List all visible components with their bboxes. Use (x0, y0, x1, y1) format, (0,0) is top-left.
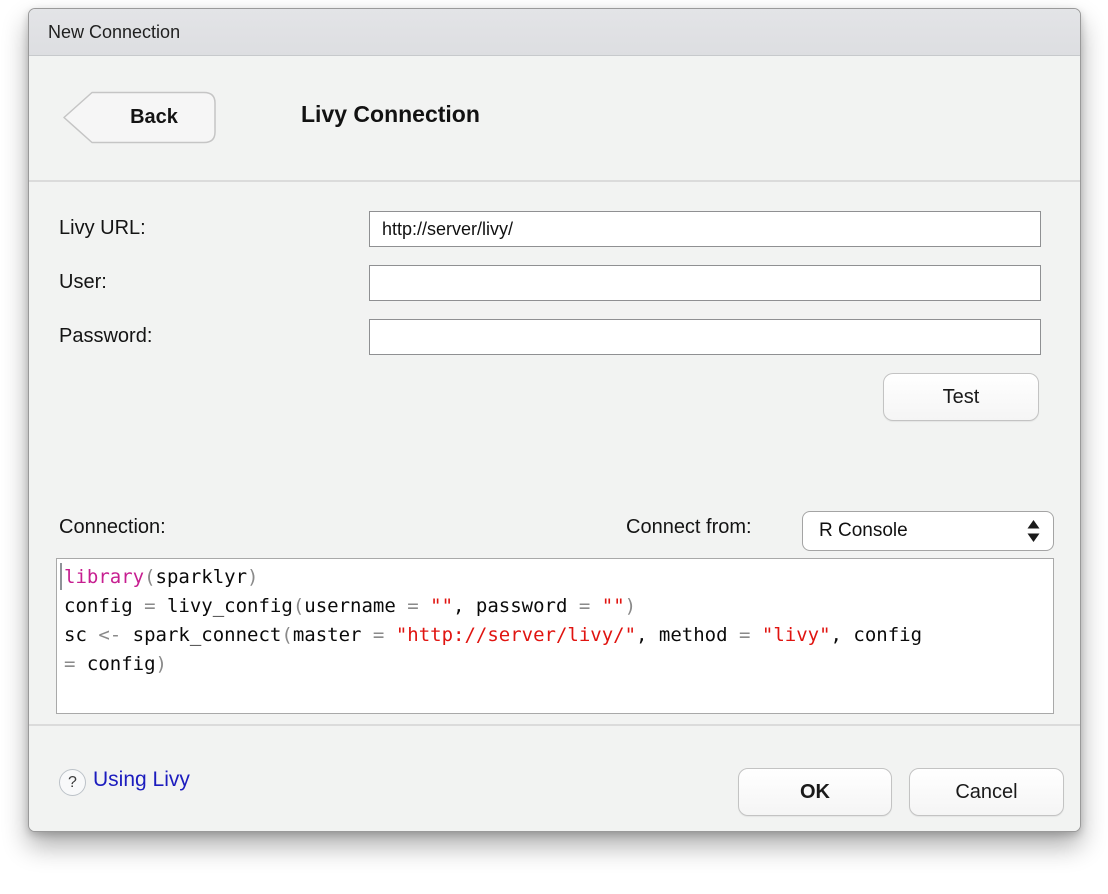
page-title: Livy Connection (301, 101, 480, 128)
dialog-title: New Connection (48, 9, 180, 56)
code-line: sc <- spark_connect(master = "http://ser… (64, 621, 1049, 650)
connection-label: Connection: (59, 516, 166, 539)
user-input[interactable] (369, 265, 1041, 301)
code-preview[interactable]: library(sparklyr)config = livy_config(us… (56, 558, 1054, 714)
password-label: Password: (59, 325, 152, 348)
password-input[interactable] (369, 319, 1041, 355)
using-livy-link[interactable]: Using Livy (93, 768, 190, 792)
code-line: = config) (64, 650, 1049, 679)
dialog-header: Back Livy Connection (29, 56, 1080, 182)
new-connection-dialog: New Connection Back Livy Connection Livy… (28, 8, 1081, 832)
dropdown-arrows-icon (1027, 520, 1040, 542)
code-line: config = livy_config(username = "", pass… (64, 592, 1049, 621)
dialog-footer: ? Using Livy OK Cancel (29, 724, 1080, 832)
connect-from-select[interactable]: R Console (802, 511, 1054, 551)
ok-button[interactable]: OK (738, 768, 892, 816)
code-line: library(sparklyr) (64, 563, 1049, 592)
help-icon[interactable]: ? (59, 769, 86, 796)
connect-from-label: Connect from: (626, 516, 752, 539)
user-label: User: (59, 271, 107, 294)
cancel-button[interactable]: Cancel (909, 768, 1064, 816)
screen: New Connection Back Livy Connection Livy… (0, 0, 1108, 894)
back-button-label: Back (95, 91, 213, 144)
text-caret (60, 563, 62, 590)
back-button[interactable]: Back (61, 91, 217, 145)
test-button[interactable]: Test (883, 373, 1039, 421)
connect-from-selected-value: R Console (819, 512, 908, 549)
livy-url-input[interactable] (369, 211, 1041, 247)
livy-url-label: Livy URL: (59, 217, 146, 240)
code-preview-content: library(sparklyr)config = livy_config(us… (64, 563, 1049, 679)
dialog-titlebar[interactable]: New Connection (29, 9, 1080, 56)
